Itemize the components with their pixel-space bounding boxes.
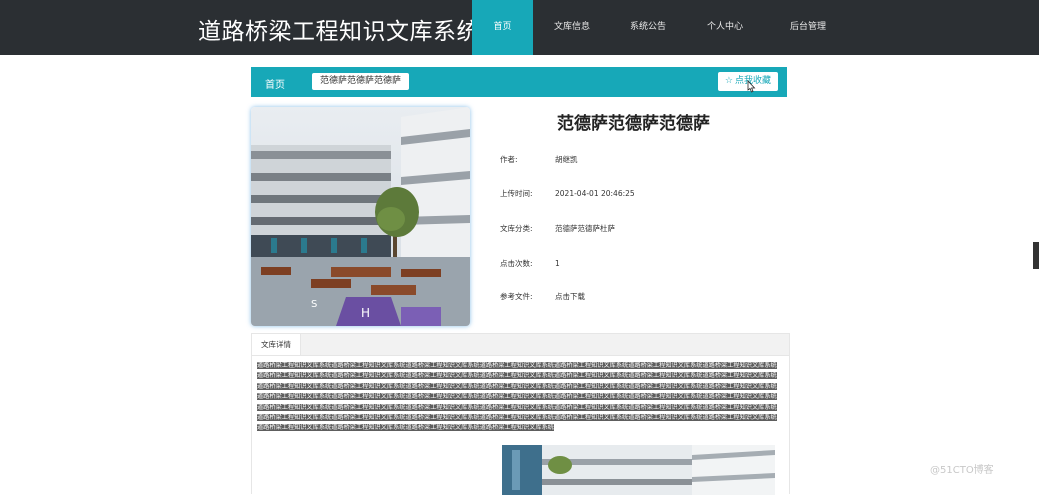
breadcrumb: 首页 范德萨范德萨范德萨 ☆ 点我收藏	[251, 67, 787, 97]
watermark: @51CTO博客	[930, 465, 994, 476]
upload-time-label: 上传时间:	[500, 189, 533, 198]
author-label: 作者:	[500, 155, 518, 164]
breadcrumb-home-link[interactable]: 首页	[265, 76, 285, 91]
nav-admin[interactable]: 后台管理	[765, 0, 851, 55]
clicks-row: 点击次数: 1	[500, 258, 560, 269]
page-scrollbar-handle[interactable]	[1033, 242, 1039, 269]
breadcrumb-current: 范德萨范德萨范德萨	[312, 73, 410, 90]
author-value: 胡继凯	[555, 155, 578, 164]
download-link[interactable]: 点击下载	[555, 291, 585, 302]
document-content-text: 道路桥梁工程知识文库系统道路桥梁工程知识文库系统道路桥梁工程知识文库系统道路桥梁…	[257, 361, 779, 434]
top-navbar: 道路桥梁工程知识文库系统 首页 文库信息 系统公告 个人中心 后台管理	[0, 0, 1039, 55]
star-outline-icon: ☆	[724, 76, 733, 86]
nav-announcements[interactable]: 系统公告	[611, 0, 685, 55]
clicks-label: 点击次数:	[500, 259, 533, 268]
upload-time-row: 上传时间: 2021-04-01 20:46:25	[500, 188, 635, 199]
nav-home[interactable]: 首页	[472, 0, 533, 55]
clicks-value: 1	[555, 259, 560, 268]
category-label: 文库分类:	[500, 224, 533, 233]
tab-document-detail[interactable]: 文库详情	[252, 334, 301, 355]
main-nav: 首页 文库信息 系统公告 个人中心 后台管理	[472, 0, 851, 55]
content-image	[502, 445, 775, 495]
upload-time-value: 2021-04-01 20:46:25	[555, 189, 635, 198]
mouse-cursor-icon	[747, 80, 756, 93]
reference-label: 参考文件:	[500, 292, 533, 301]
content-text-selection: 道路桥梁工程知识文库系统道路桥梁工程知识文库系统道路桥梁工程知识文库系统道路桥梁…	[257, 362, 777, 432]
author-row: 作者: 胡继凯	[500, 154, 578, 165]
nav-personal-center[interactable]: 个人中心	[685, 0, 765, 55]
document-cover-image: H S	[251, 107, 470, 326]
nav-library-info[interactable]: 文库信息	[533, 0, 611, 55]
detail-tab-panel: 文库详情 道路桥梁工程知识文库系统道路桥梁工程知识文库系统道路桥梁工程知识文库系…	[251, 333, 790, 495]
category-value: 范德萨范德萨杜萨	[555, 224, 615, 233]
reference-row: 参考文件: 点击下载	[500, 291, 585, 302]
category-row: 文库分类: 范德萨范德萨杜萨	[500, 223, 615, 234]
tab-strip: 文库详情	[252, 334, 789, 356]
svg-text:S: S	[311, 299, 317, 310]
site-title[interactable]: 道路桥梁工程知识文库系统	[198, 12, 480, 46]
svg-text:H: H	[361, 306, 370, 320]
document-title: 范德萨范德萨范德萨	[557, 114, 710, 134]
